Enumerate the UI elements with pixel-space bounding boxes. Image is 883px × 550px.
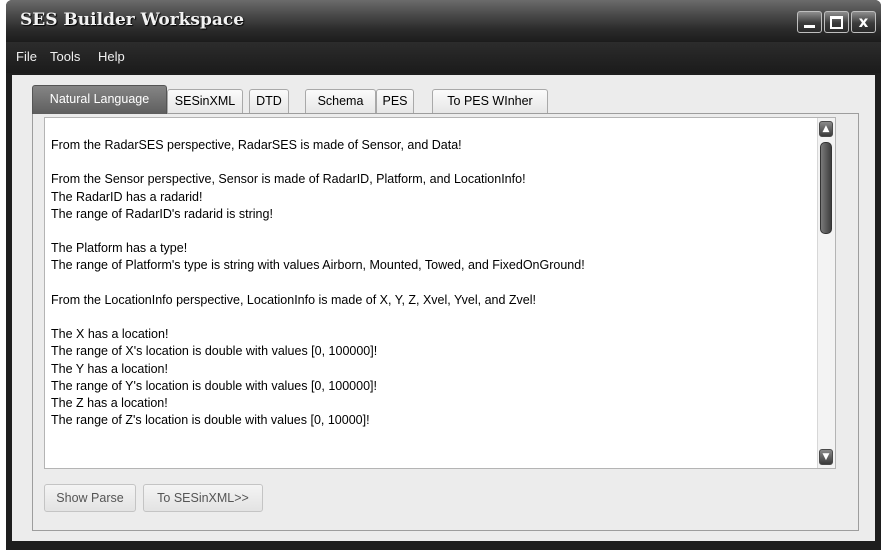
scrollbar-thumb[interactable] (820, 142, 832, 234)
close-button[interactable]: x (851, 11, 876, 33)
maximize-button[interactable] (824, 11, 849, 33)
workspace-client: Natural Language SESinXML DTD Schema PES… (12, 75, 875, 541)
close-icon: x (858, 13, 869, 31)
maximize-icon (830, 16, 843, 29)
window-title: SES Builder Workspace (20, 10, 245, 30)
menu-bar: File Tools Help (6, 42, 881, 73)
tab-sesinxml[interactable]: SESinXML (167, 89, 243, 113)
menu-file[interactable]: File (16, 49, 37, 64)
menu-help[interactable]: Help (98, 49, 125, 64)
chevron-up-icon: ▲ (822, 124, 830, 134)
app-window: SES Builder Workspace x File Tools Help … (6, 0, 881, 550)
menu-tools[interactable]: Tools (50, 49, 80, 64)
minimize-icon (804, 25, 815, 28)
minimize-button[interactable] (797, 11, 822, 33)
to-sesinxml-button[interactable]: To SESinXML>> (143, 484, 263, 512)
scroll-down-button[interactable]: ▼ (819, 449, 833, 465)
tab-to-pes-winher[interactable]: To PES WInher (432, 89, 548, 113)
tab-pes[interactable]: PES (376, 89, 414, 113)
natural-language-textarea[interactable]: From the RadarSES perspective, RadarSES … (44, 117, 836, 469)
show-parse-button[interactable]: Show Parse (44, 484, 136, 512)
tab-panel: From the RadarSES perspective, RadarSES … (32, 113, 859, 531)
tab-natural-language[interactable]: Natural Language (32, 85, 167, 114)
title-bar[interactable]: SES Builder Workspace x (6, 0, 881, 42)
tab-schema[interactable]: Schema (305, 89, 376, 113)
vertical-scrollbar[interactable]: ▲ ▼ (817, 118, 835, 468)
tab-dtd[interactable]: DTD (249, 89, 289, 113)
natural-language-text[interactable]: From the RadarSES perspective, RadarSES … (51, 137, 831, 429)
scroll-up-button[interactable]: ▲ (819, 121, 833, 137)
chevron-down-icon: ▼ (822, 452, 830, 462)
